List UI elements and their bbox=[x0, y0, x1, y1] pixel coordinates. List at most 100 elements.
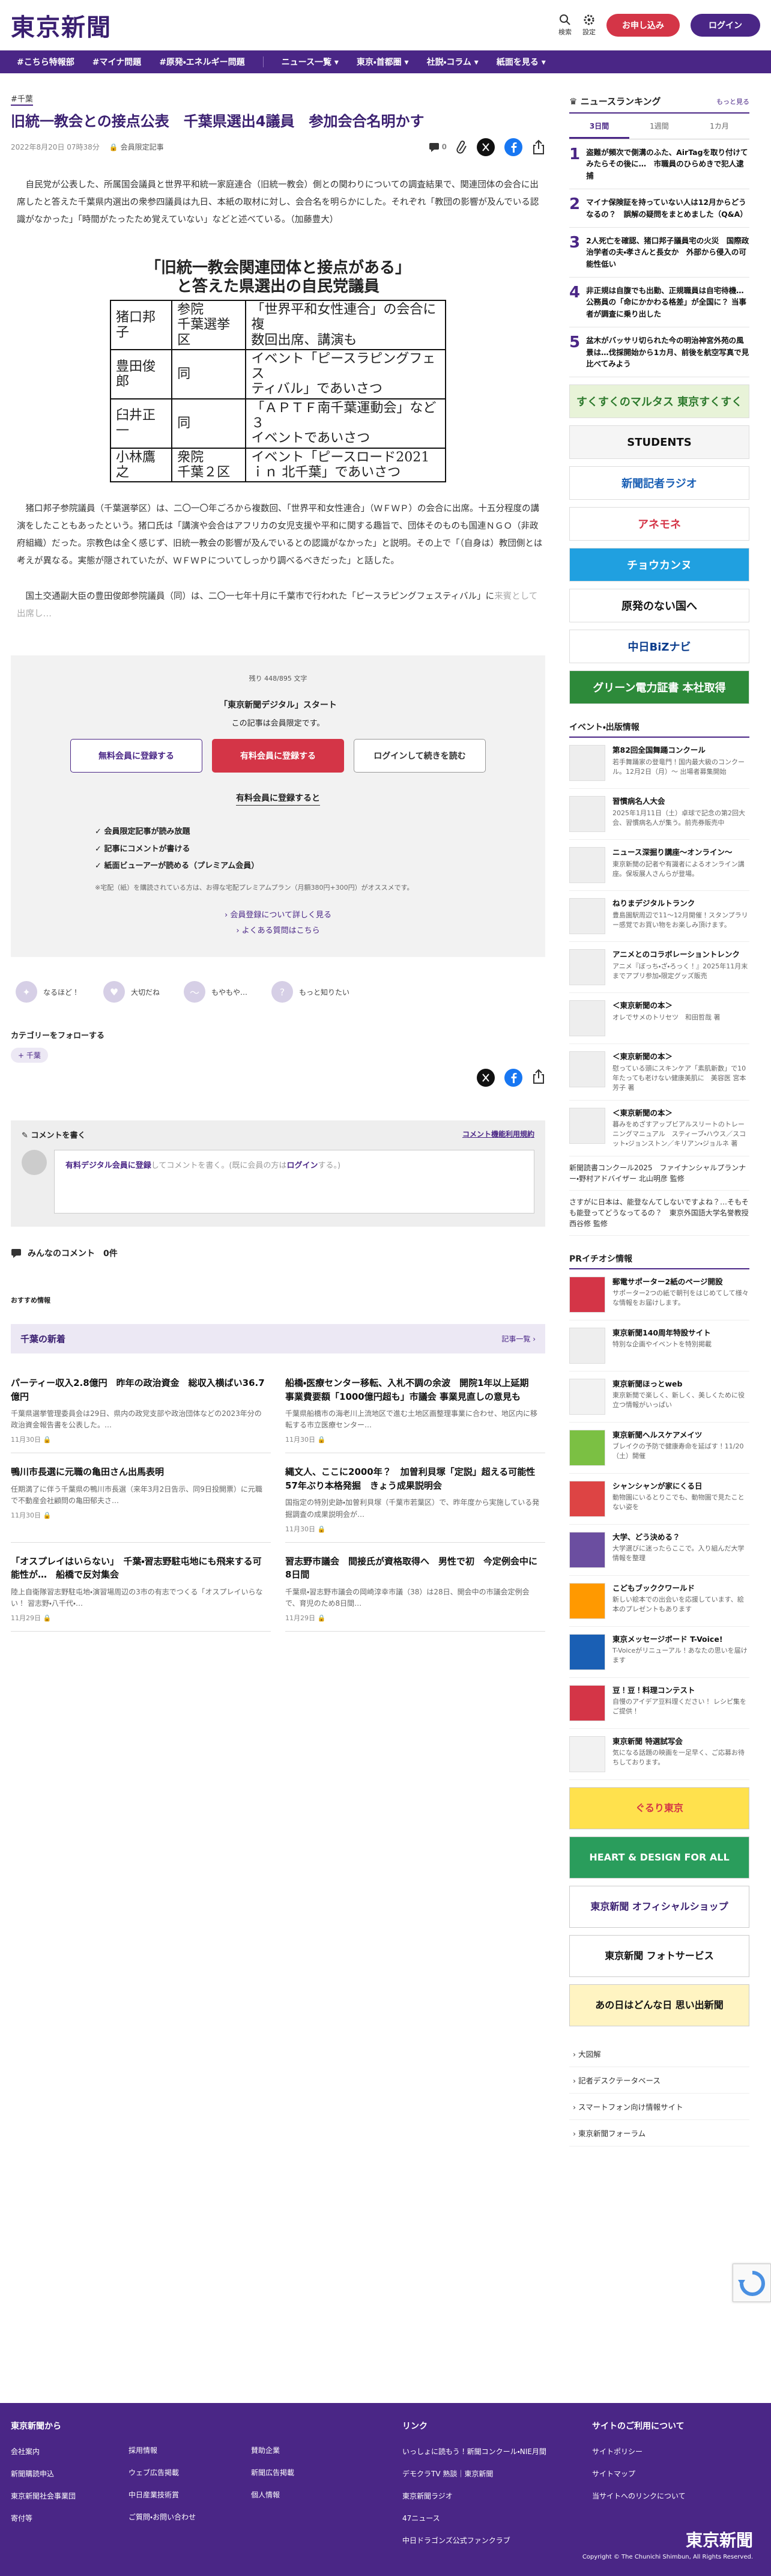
ad-banner[interactable]: 原発のない国へ bbox=[569, 589, 749, 623]
settings-button[interactable]: 設定 bbox=[582, 14, 596, 37]
paperclip-icon[interactable] bbox=[456, 140, 467, 154]
chiba-more-link[interactable]: 記事一覧 › bbox=[501, 1334, 536, 1344]
footer-link[interactable]: 47ニュース bbox=[402, 2513, 592, 2523]
reaction-motto[interactable]: ? もっと知りたい bbox=[271, 981, 349, 1003]
nav-item-tokyo[interactable]: 東京・首都圏 ▾ bbox=[357, 56, 409, 68]
recaptcha-badge[interactable] bbox=[733, 2264, 771, 2302]
news-card[interactable]: 鴨川市長選に元職の亀田さん出馬表明 任期満了に伴う千葉県の鴨川市長選（来年3月2日… bbox=[11, 1453, 271, 1543]
tab-1week[interactable]: 1週間 bbox=[629, 115, 689, 139]
footer-link[interactable]: ウェブ広告掲載 bbox=[128, 2467, 251, 2477]
reaction-naruhodo[interactable]: ✦ なるほど！ bbox=[16, 981, 79, 1003]
subscribe-button[interactable]: お申し込み bbox=[606, 13, 680, 37]
comment-count-button[interactable]: 0 bbox=[429, 142, 447, 152]
login-button[interactable]: ログイン bbox=[691, 13, 760, 37]
ad-banner[interactable]: チョウカンヌ bbox=[569, 548, 749, 582]
footer-link[interactable]: サイトマップ bbox=[592, 2468, 686, 2479]
event-text-link[interactable]: さすがに日本は、能登なんてしないですよね？…そもそも能登ってどうなってるの？ 東… bbox=[569, 1191, 749, 1236]
x-share-icon[interactable] bbox=[477, 1069, 495, 1087]
footer-link[interactable]: 個人情報 bbox=[251, 2489, 402, 2500]
pr-item[interactable]: 東京新聞ヘルスケアメイツ ブレイクの予防で健康寿命を延ばす！11/20（土）開催 bbox=[569, 1423, 749, 1474]
article-category[interactable]: #千葉 bbox=[11, 93, 33, 106]
nav-item-tokuhoubu[interactable]: #こちら特報部 bbox=[17, 56, 74, 68]
footer-link[interactable]: 賛助企業 bbox=[251, 2445, 402, 2455]
ranking-item[interactable]: 2 マイナ保険証を持っていない人は12月からどうなるの？ 誤解の疑問をまとめました… bbox=[569, 189, 749, 228]
footer-link[interactable]: ご質問・お問い合わせ bbox=[128, 2512, 251, 2522]
pr-item[interactable]: 豆！豆！料理コンテスト 自慢のアイデア豆料理ください！ レシピ集をご提供！ bbox=[569, 1678, 749, 1729]
sidebar-link[interactable]: › スマートフォン向け情報サイト bbox=[569, 2094, 749, 2120]
footer-logo-text[interactable]: 東京新聞 bbox=[686, 2530, 753, 2550]
pr-item[interactable]: シャンシャンが家にくる日 動物園にいるとりこでも、動物園で見たことない姿を bbox=[569, 1474, 749, 1525]
footer-link[interactable]: 当サイトへのリンクについて bbox=[592, 2491, 686, 2501]
news-card[interactable]: 船橋・医療センター移転、入札不調の余波 開院1年以上延期 事業費要額「1000億… bbox=[285, 1364, 545, 1454]
ranking-item[interactable]: 1 盗難が頻次で側溝のふた、AirTagを取り付けてみたらその後に… 市職員のひら… bbox=[569, 139, 749, 190]
ad-banner[interactable]: 新聞記者ラジオ bbox=[569, 466, 749, 500]
sidebar-link[interactable]: › 記者デスクテータベース bbox=[569, 2067, 749, 2094]
event-item[interactable]: ニュース深掘り講座〜オンライン〜 東京新聞の記者や有識者によるオンライン講座。保坂… bbox=[569, 840, 749, 892]
ad-banner[interactable]: すくすくのマルタス 東京すくすく bbox=[569, 384, 749, 419]
pr-item[interactable]: 東京新聞140周年特設サイト 特別な企画やイベントを特別掲載 bbox=[569, 1320, 749, 1372]
comment-input[interactable]: 有料デジタル会員に登録してコメントを書く。(既に会員の方はログインする。) bbox=[54, 1150, 534, 1214]
footer-link[interactable]: 新聞購読申込 bbox=[11, 2468, 128, 2479]
sidebar-link[interactable]: › 大図解 bbox=[569, 2041, 749, 2067]
event-item[interactable]: ねりまデジタルトランク 豊島園駅周辺で11〜12月開催！スタンプラリー感覚でお買い… bbox=[569, 891, 749, 943]
ranking-item[interactable]: 3 2人死亡を確認、猪口邦子議員宅の火災 国際政治学者の夫・孝さんと長女か 外部か… bbox=[569, 228, 749, 278]
event-item[interactable]: ＜東京新聞の本＞ 暮みをめざすアップビアルスリートのトレーニングマニュアル スティ… bbox=[569, 1101, 749, 1156]
footer-link[interactable]: 会社案内 bbox=[11, 2446, 128, 2456]
follow-tag-chiba[interactable]: + 千葉 bbox=[11, 1048, 48, 1063]
event-item[interactable]: ＜東京新聞の本＞ オレでサメのトリセツ 和田哲哉 著 bbox=[569, 993, 749, 1045]
footer-link[interactable]: 中日ドラゴンズ公式ファンクラブ bbox=[402, 2535, 592, 2545]
footer-link[interactable]: 採用情報 bbox=[128, 2445, 251, 2455]
x-share-icon[interactable] bbox=[477, 138, 495, 156]
share-icon[interactable] bbox=[532, 1069, 545, 1084]
pr-item[interactable]: 東京新聞ほっとweb 東京新聞で楽しく、新しく、美しくために役立つ情報がいっぱい bbox=[569, 1372, 749, 1423]
nav-item-genpatsu[interactable]: #原発・エネルギー問題 bbox=[159, 56, 245, 68]
ad-banner[interactable]: グリーン電力証書 本社取得 bbox=[569, 670, 749, 705]
footer-link[interactable]: いっしょに読もう！新聞コンクール・NIE月間 bbox=[402, 2446, 592, 2456]
sidebar-link[interactable]: › 東京新聞フォーラム bbox=[569, 2120, 749, 2146]
promo-banner[interactable]: 東京新聞 オフィシャルショップ bbox=[569, 1885, 749, 1928]
ad-banner[interactable]: STUDENTS bbox=[569, 425, 749, 460]
search-button[interactable]: 検索 bbox=[558, 14, 572, 37]
site-logo[interactable]: 東京新聞 bbox=[11, 8, 112, 43]
member-info-link[interactable]: › 会員登録について詳しく見る bbox=[29, 908, 527, 923]
ad-banner[interactable]: アネモネ bbox=[569, 507, 749, 541]
event-item[interactable]: アニメとのコラボレーショントレンク アニメ『ぼっち・ざ・ろっく！』2025年11月… bbox=[569, 942, 749, 994]
news-card[interactable]: パーティー収入2.8億円 昨年の政治資金 総収入横ばい36.7億円 千葉県選挙管理… bbox=[11, 1364, 271, 1454]
facebook-share-icon[interactable] bbox=[504, 1069, 522, 1087]
footer-link[interactable]: デモクラTV 熟談｜東京新聞 bbox=[402, 2468, 592, 2479]
reaction-taisetsu[interactable]: ♥ 大切だね bbox=[103, 981, 160, 1003]
share-icon[interactable] bbox=[532, 139, 545, 155]
news-card[interactable]: 「オスプレイはいらない」 千葉・習志野駐屯地にも飛来する可能性が… 船橋で反対集… bbox=[11, 1543, 271, 1632]
nav-item-paper[interactable]: 紙面を見る ▾ bbox=[497, 56, 546, 68]
promo-banner[interactable]: 東京新聞 フォトサービス bbox=[569, 1934, 749, 1977]
tab-3days[interactable]: 3日間 bbox=[569, 115, 629, 139]
event-item[interactable]: 第82回全国舞踊コンクール 若手舞踊家の登竜門！国内最大級のコンクール。12月2日… bbox=[569, 738, 749, 789]
reaction-moyamoya[interactable]: 〜もやもや… bbox=[184, 981, 247, 1003]
footer-link[interactable]: 中日産業技術賞 bbox=[128, 2489, 251, 2500]
faq-link[interactable]: › よくある質問はこちら bbox=[29, 923, 527, 939]
footer-link[interactable]: 寄付等 bbox=[11, 2513, 128, 2523]
promo-banner[interactable]: ぐるり東京 bbox=[569, 1787, 749, 1829]
ranking-item[interactable]: 4 非正規は自腹でも出勤、正規職員は自宅待機…公務員の「命にかかわる格差」が全国に… bbox=[569, 278, 749, 328]
promo-banner[interactable]: HEART & DESIGN FOR ALL bbox=[569, 1836, 749, 1879]
pr-item[interactable]: こどもブッククワールド 新しい絵本での出会いを応援しています、絵本のプレゼントもあ… bbox=[569, 1576, 749, 1627]
register-paid-button[interactable]: 有料会員に登録する bbox=[212, 739, 344, 773]
event-item[interactable]: 習慣病名人大会 2025年1月11日（土）卓球で記念の第2回大会、習慣病名人が集う… bbox=[569, 789, 749, 840]
pr-item[interactable]: 東京新聞 特選試写会 気になる話題の映画を一足早く、ご応募お待ちしております。 bbox=[569, 1729, 749, 1780]
news-card[interactable]: 習志野市議会 間接氏が資格取得へ 男性で初 今定例会中に8日間 千葉県・習志野市議… bbox=[285, 1543, 545, 1632]
pr-item[interactable]: 東京メッセージボード T-Voice! T-Voiceがリニューアル！あなたの思い… bbox=[569, 1627, 749, 1678]
nav-item-news-list[interactable]: ニュース一覧 ▾ bbox=[282, 56, 339, 68]
tab-1month[interactable]: 1カ月 bbox=[689, 115, 749, 139]
footer-link[interactable]: サイトポリシー bbox=[592, 2446, 686, 2456]
comment-rules-link[interactable]: コメント機能利用規約 bbox=[462, 1129, 534, 1140]
ranking-more-link[interactable]: もっと見る bbox=[716, 97, 749, 106]
promo-banner[interactable]: あの日はどんな日 思い出新聞 bbox=[569, 1984, 749, 2026]
ad-banner[interactable]: 中日BiZナビ bbox=[569, 630, 749, 664]
nav-item-myna[interactable]: #マイナ問題 bbox=[92, 56, 141, 68]
register-free-button[interactable]: 無料会員に登録する bbox=[70, 739, 202, 773]
facebook-share-icon[interactable] bbox=[504, 138, 522, 156]
nav-item-editorial[interactable]: 社説・コラム ▾ bbox=[427, 56, 479, 68]
footer-link[interactable]: 新聞広告掲載 bbox=[251, 2467, 402, 2477]
login-link[interactable]: ログイン bbox=[286, 1161, 318, 1170]
login-to-read-button[interactable]: ログインして続きを読む bbox=[354, 739, 486, 773]
